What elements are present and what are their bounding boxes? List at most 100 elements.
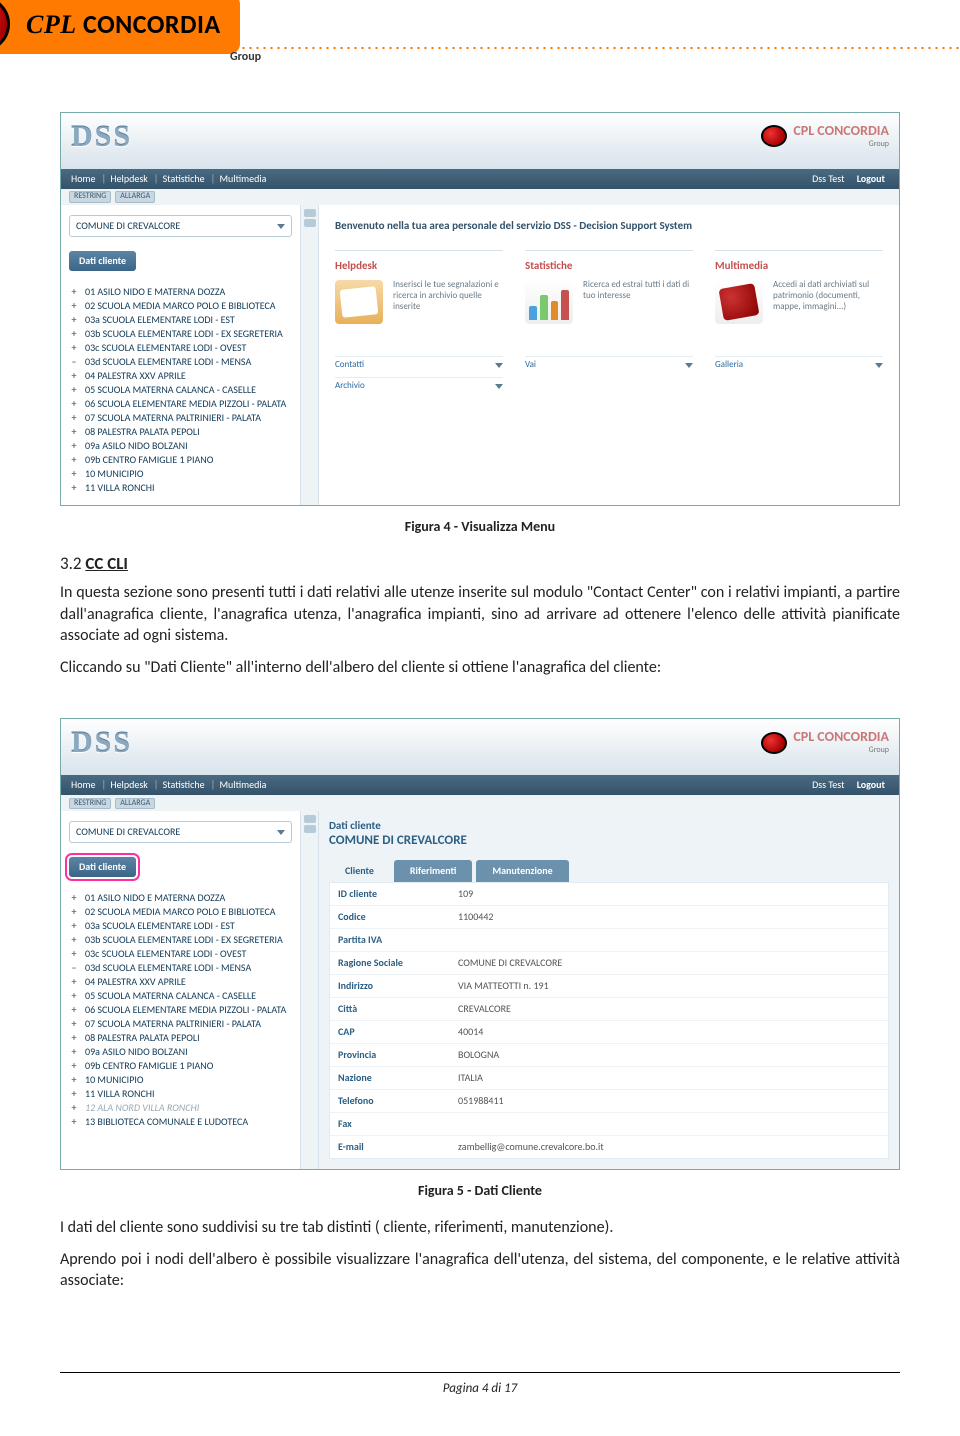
tree-item[interactable]: 03b SCUOLA ELEMENTARE LODI - EX SEGRETER… bbox=[69, 933, 292, 947]
plus-icon bbox=[69, 342, 79, 354]
body-paragraph: Cliccando su "Dati Cliente" all'interno … bbox=[60, 657, 900, 679]
nav-helpdesk[interactable]: Helpdesk bbox=[110, 778, 147, 791]
tree-item[interactable]: 09b CENTRO FAMIGLIE 1 PIANO bbox=[69, 1059, 292, 1073]
card-link-contatti[interactable]: Contatti bbox=[335, 356, 503, 371]
tree-item[interactable]: 11 VILLA RONCHI bbox=[69, 1087, 292, 1101]
client-select-value: COMUNE DI CREVALCORE bbox=[76, 826, 180, 838]
footer-rule bbox=[60, 1372, 900, 1373]
nav-multimedia[interactable]: Multimedia bbox=[219, 778, 266, 791]
chevron-down-icon bbox=[495, 363, 503, 368]
app-header: DSS CPL CONCORDIA Group bbox=[61, 719, 899, 775]
chevron-down-icon bbox=[495, 384, 503, 389]
tab-cliente[interactable]: Cliente bbox=[329, 860, 390, 882]
tree-item[interactable]: 03a SCUOLA ELEMENTARE LODI - EST bbox=[69, 313, 292, 327]
plus-icon bbox=[69, 934, 79, 946]
sidebar: COMUNE DI CREVALCORE Dati cliente 01 ASI… bbox=[61, 205, 301, 505]
tree-item[interactable]: 01 ASILO NIDO E MATERNA DOZZA bbox=[69, 285, 292, 299]
table-value: 109 bbox=[450, 883, 888, 905]
tree-item[interactable]: 03c SCUOLA ELEMENTARE LODI - OVEST bbox=[69, 341, 292, 355]
tree-item[interactable]: 03b SCUOLA ELEMENTARE LODI - EX SEGRETER… bbox=[69, 327, 292, 341]
table-key: Città bbox=[330, 998, 450, 1020]
tab-riferimenti[interactable]: Riferimenti bbox=[394, 860, 472, 882]
tree-item[interactable]: 02 SCUOLA MEDIA MARCO POLO E BIBLIOTECA bbox=[69, 299, 292, 313]
tree-item[interactable]: 05 SCUOLA MATERNA CALANCA - CASELLE bbox=[69, 989, 292, 1003]
nav-home[interactable]: Home bbox=[71, 172, 95, 185]
tree-item[interactable]: 04 PALESTRA XXV APRILE bbox=[69, 369, 292, 383]
tree-item-label: 03c SCUOLA ELEMENTARE LODI - OVEST bbox=[85, 948, 292, 960]
helpdesk-icon bbox=[335, 280, 383, 324]
figure-caption-5: Figura 5 - Dati Cliente bbox=[60, 1182, 900, 1199]
card-link-vai[interactable]: Vai bbox=[525, 356, 693, 371]
tree-item[interactable]: 06 SCUOLA ELEMENTARE MEDIA PIZZOLI - PAL… bbox=[69, 1003, 292, 1017]
tree-item[interactable]: 03d SCUOLA ELEMENTARE LODI - MENSA bbox=[69, 961, 292, 975]
tree-item[interactable]: 06 SCUOLA ELEMENTARE MEDIA PIZZOLI - PAL… bbox=[69, 397, 292, 411]
client-select[interactable]: COMUNE DI CREVALCORE bbox=[69, 215, 292, 237]
tree-item-label: 01 ASILO NIDO E MATERNA DOZZA bbox=[85, 286, 292, 298]
tree-item[interactable]: 01 ASILO NIDO E MATERNA DOZZA bbox=[69, 891, 292, 905]
plus-icon bbox=[69, 1004, 79, 1016]
tree-item-label: 10 MUNICIPIO bbox=[85, 468, 292, 480]
plus-icon bbox=[69, 976, 79, 988]
tree-item[interactable]: 09a ASILO NIDO BOLZANI bbox=[69, 439, 292, 453]
ribbon-restringi[interactable]: RESTRING bbox=[69, 798, 111, 810]
dati-cliente-button[interactable]: Dati cliente bbox=[69, 251, 136, 271]
tree-item[interactable]: 03c SCUOLA ELEMENTARE LODI - OVEST bbox=[69, 947, 292, 961]
screenshot-visualizza-menu: DSS CPL CONCORDIA Group Home| Helpdesk| … bbox=[60, 112, 900, 506]
tree-item[interactable]: 12 ALA NORD VILLA RONCHI bbox=[69, 1101, 292, 1115]
tree-item[interactable]: 05 SCUOLA MATERNA CALANCA - CASELLE bbox=[69, 383, 292, 397]
client-select[interactable]: COMUNE DI CREVALCORE bbox=[69, 821, 292, 843]
tree-item[interactable]: 10 MUNICIPIO bbox=[69, 1073, 292, 1087]
card-text: Accedi ai dati archiviati sul patrimonio… bbox=[773, 280, 883, 312]
tree-item-label: 04 PALESTRA XXV APRILE bbox=[85, 370, 292, 382]
tree-item[interactable]: 13 BIBLIOTECA COMUNALE E LUDOTECA bbox=[69, 1115, 292, 1129]
tab-manutenzione[interactable]: Manutenzione bbox=[476, 860, 568, 882]
client-tree: 01 ASILO NIDO E MATERNA DOZZA02 SCUOLA M… bbox=[69, 891, 292, 1129]
ribbon-allarga[interactable]: ALLARGA bbox=[115, 798, 155, 810]
brand-text: CPL CONCORDIA bbox=[793, 729, 889, 746]
tree-item[interactable]: 02 SCUOLA MEDIA MARCO POLO E BIBLIOTECA bbox=[69, 905, 292, 919]
tree-item-label: 05 SCUOLA MATERNA CALANCA - CASELLE bbox=[85, 384, 292, 396]
tree-item[interactable]: 03d SCUOLA ELEMENTARE LODI - MENSA bbox=[69, 355, 292, 369]
tree-item[interactable]: 09a ASILO NIDO BOLZANI bbox=[69, 1045, 292, 1059]
plus-icon bbox=[69, 440, 79, 452]
tree-item[interactable]: 11 VILLA RONCHI bbox=[69, 481, 292, 495]
tree-item[interactable]: 08 PALESTRA PALATA PEPOLI bbox=[69, 425, 292, 439]
nav-helpdesk[interactable]: Helpdesk bbox=[110, 172, 147, 185]
tree-item[interactable]: 08 PALESTRA PALATA PEPOLI bbox=[69, 1031, 292, 1045]
table-value: 051988411 bbox=[450, 1090, 888, 1112]
plus-icon bbox=[69, 1060, 79, 1072]
tree-item[interactable]: 10 MUNICIPIO bbox=[69, 467, 292, 481]
table-key: E-mail bbox=[330, 1136, 450, 1158]
dati-cliente-button[interactable]: Dati cliente bbox=[69, 857, 136, 877]
nav-statistiche[interactable]: Statistiche bbox=[163, 172, 205, 185]
collapse-handle[interactable] bbox=[301, 811, 319, 1169]
table-row: CittàCREVALCORE bbox=[330, 998, 888, 1021]
card-link-archivio[interactable]: Archivio bbox=[335, 377, 503, 392]
brand-sub: Group bbox=[230, 50, 261, 64]
card-title: Helpdesk bbox=[335, 259, 503, 272]
tree-item[interactable]: 07 SCUOLA MATERNA PALTRINIERI - PALATA bbox=[69, 1017, 292, 1031]
table-row: Codice1100442 bbox=[330, 906, 888, 929]
tree-item[interactable]: 09b CENTRO FAMIGLIE 1 PIANO bbox=[69, 453, 292, 467]
table-row: CAP40014 bbox=[330, 1021, 888, 1044]
ladybird-icon bbox=[761, 125, 787, 147]
ribbon-allarga[interactable]: ALLARGA bbox=[115, 191, 155, 203]
nav-home[interactable]: Home bbox=[71, 778, 95, 791]
tree-item[interactable]: 03a SCUOLA ELEMENTARE LODI - EST bbox=[69, 919, 292, 933]
tree-item-label: 09b CENTRO FAMIGLIE 1 PIANO bbox=[85, 1060, 292, 1072]
nav-logout[interactable]: Logout bbox=[857, 172, 885, 185]
tree-item[interactable]: 07 SCUOLA MATERNA PALTRINIERI - PALATA bbox=[69, 411, 292, 425]
collapse-handle[interactable] bbox=[301, 205, 319, 505]
table-key: ID cliente bbox=[330, 883, 450, 905]
nav-statistiche[interactable]: Statistiche bbox=[163, 778, 205, 791]
tree-item[interactable]: 04 PALESTRA XXV APRILE bbox=[69, 975, 292, 989]
card-link-galleria[interactable]: Galleria bbox=[715, 356, 883, 371]
welcome-text: Benvenuto nella tua area personale del s… bbox=[335, 219, 883, 232]
nav-multimedia[interactable]: Multimedia bbox=[219, 172, 266, 185]
plus-icon bbox=[69, 328, 79, 340]
nav-logout[interactable]: Logout bbox=[857, 778, 885, 791]
plus-icon bbox=[69, 906, 79, 918]
table-key: Provincia bbox=[330, 1044, 450, 1066]
body-paragraph: Aprendo poi i nodi dell'albero è possibi… bbox=[60, 1249, 900, 1292]
ribbon-restringi[interactable]: RESTRING bbox=[69, 191, 111, 203]
